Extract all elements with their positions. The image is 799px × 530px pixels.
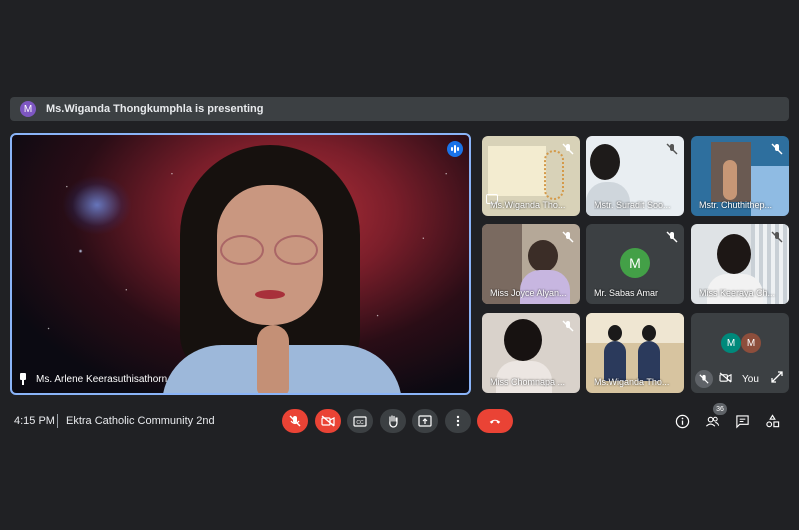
- participant-tile[interactable]: M Mr. Sabas Amar: [586, 224, 684, 304]
- mic-off-icon: [666, 142, 678, 155]
- captions-icon: CC: [353, 416, 367, 427]
- participant-tile[interactable]: Mstr. Suradit Soo...: [586, 136, 684, 216]
- mic-off-icon: [666, 230, 678, 243]
- self-mic-off-icon[interactable]: [695, 370, 713, 388]
- mic-off-icon: [289, 415, 301, 427]
- participant-name: Ms.Wiganda Tho...: [594, 377, 670, 387]
- activities-icon: [765, 413, 779, 427]
- leave-call-button[interactable]: [477, 409, 513, 433]
- present-icon: [418, 415, 432, 427]
- presenting-banner: M Ms.Wiganda Thongkumphla is presenting: [10, 97, 789, 121]
- self-avatar-2: M: [741, 333, 761, 353]
- participant-name: Mstr. Chuthithep...: [699, 200, 773, 210]
- captions-button[interactable]: CC: [347, 409, 373, 433]
- bottom-toolbar: 4:15 PM Ektra Catholic Community 2nd CC …: [0, 403, 799, 437]
- participant-name: Mstr. Suradit Soo...: [594, 200, 671, 210]
- participant-name: Miss Keeraya Ch...: [699, 288, 776, 298]
- mic-off-icon: [562, 230, 574, 243]
- raise-hand-button[interactable]: [380, 409, 406, 433]
- participant-name: Mr. Sabas Amar: [594, 288, 659, 298]
- mic-off-icon: [771, 230, 783, 243]
- svg-text:CC: CC: [356, 420, 364, 426]
- camera-toggle-button[interactable]: [315, 409, 341, 433]
- main-tile-label: Ms. Arlene Keerasuthisathorn: [18, 373, 167, 385]
- main-video-tile[interactable]: Ms. Arlene Keerasuthisathorn: [10, 133, 471, 395]
- activities-button[interactable]: [764, 413, 780, 429]
- participant-avatar: M: [620, 248, 650, 278]
- mic-off-icon: [562, 319, 574, 332]
- participant-tile[interactable]: Ms.Wiganda Tho...: [482, 136, 580, 216]
- self-tile-controls: You: [691, 367, 787, 391]
- participant-name: Ms.Wiganda Tho...: [490, 200, 566, 210]
- participant-name: Miss Joyce Alyan...: [490, 288, 567, 298]
- mic-off-icon: [562, 142, 574, 155]
- chat-button[interactable]: [734, 413, 750, 429]
- speaking-indicator-icon: [447, 141, 463, 157]
- info-icon: [675, 414, 689, 428]
- presenter-avatar: M: [20, 101, 36, 117]
- speaker-video: [162, 145, 402, 393]
- mic-toggle-button[interactable]: [282, 409, 308, 433]
- self-camera-off-icon[interactable]: [719, 370, 732, 388]
- pin-icon[interactable]: [18, 373, 28, 385]
- participant-tile[interactable]: Miss Keeraya Ch...: [691, 224, 789, 304]
- mic-off-icon: [771, 142, 783, 155]
- presenting-text: Ms.Wiganda Thongkumphla is presenting: [46, 103, 264, 115]
- meeting-name: Ektra Catholic Community 2nd: [66, 415, 215, 427]
- self-tile[interactable]: M M You: [691, 313, 789, 393]
- more-icon: [456, 415, 460, 427]
- main-tile-name: Ms. Arlene Keerasuthisathorn: [36, 373, 168, 385]
- expand-icon[interactable]: [771, 370, 783, 388]
- participant-name: Miss Chomnapa ...: [490, 377, 566, 387]
- nebula-glow: [62, 175, 132, 235]
- more-options-button[interactable]: [445, 409, 471, 433]
- people-icon: [705, 416, 719, 427]
- participant-tile[interactable]: Ms.Wiganda Tho...: [586, 313, 684, 393]
- clock: 4:15 PM: [14, 415, 55, 427]
- participant-count-badge: 36: [713, 403, 727, 415]
- people-button[interactable]: [704, 413, 720, 429]
- camera-off-icon: [321, 415, 335, 427]
- meeting-details-button[interactable]: [674, 413, 690, 429]
- present-button[interactable]: [412, 409, 438, 433]
- self-label: You: [742, 373, 759, 385]
- participant-tile[interactable]: Miss Chomnapa ...: [482, 313, 580, 393]
- divider: [57, 414, 58, 428]
- participant-tile[interactable]: Miss Joyce Alyan...: [482, 224, 580, 304]
- self-avatar-1: M: [721, 333, 741, 353]
- chat-icon: [735, 414, 749, 428]
- end-call-icon: [489, 419, 501, 424]
- participant-tile[interactable]: Mstr. Chuthithep...: [691, 136, 789, 216]
- raise-hand-icon: [389, 415, 398, 428]
